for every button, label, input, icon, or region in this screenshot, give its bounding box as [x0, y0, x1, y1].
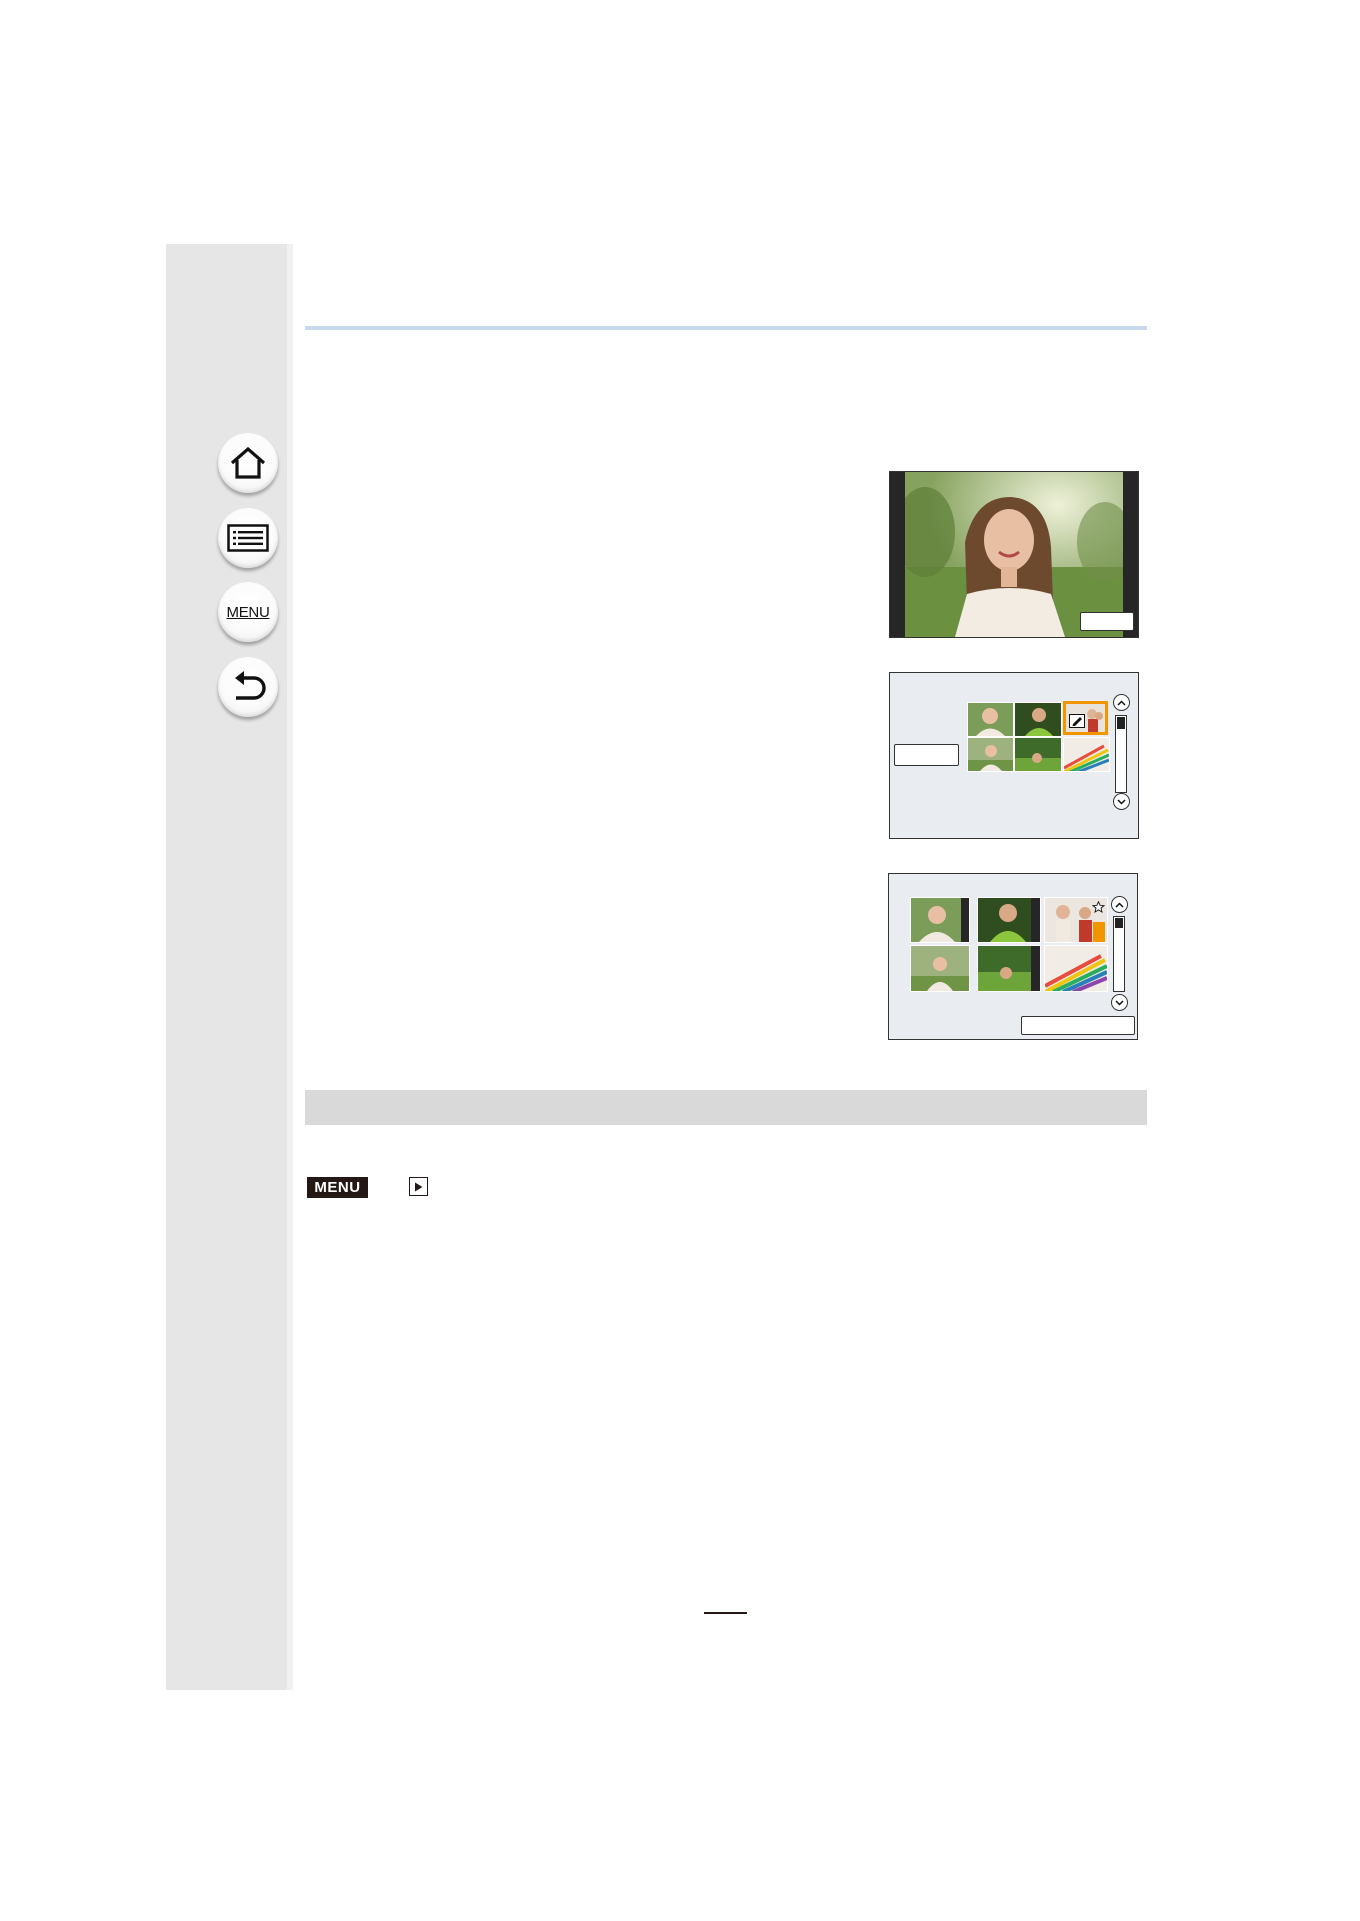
result-thumbnail-3[interactable] — [1044, 897, 1108, 943]
menu-button[interactable]: MENU — [218, 582, 278, 642]
back-button[interactable] — [218, 657, 278, 717]
chevron-down-icon — [1115, 999, 1124, 1006]
section-header-band — [305, 1090, 1147, 1125]
chevron-up-icon — [1117, 699, 1126, 706]
screen-illustration-selection — [889, 672, 1139, 839]
scroll-down-button[interactable] — [1113, 793, 1130, 810]
scrollbar-thumb[interactable] — [1117, 717, 1125, 729]
result-thumbnail-4-image — [911, 946, 969, 991]
thumbnail-1[interactable] — [967, 702, 1014, 737]
result-scrollbar[interactable] — [1113, 916, 1125, 992]
result-thumbnail-6-image — [1045, 946, 1107, 991]
sidebar-edge — [287, 244, 293, 1690]
screen-illustration-playback — [889, 471, 1139, 638]
result-thumbnail-1[interactable] — [910, 897, 970, 943]
result-thumbnail-2-image — [978, 898, 1040, 942]
scroll-up-button[interactable] — [1113, 694, 1130, 711]
thumbnail-6[interactable] — [1063, 737, 1110, 772]
result-thumbnail-4[interactable] — [910, 945, 970, 992]
result-action-button[interactable] — [1021, 1016, 1135, 1035]
play-triangle-icon — [415, 1182, 423, 1191]
thumbnail-4[interactable] — [967, 737, 1014, 772]
chevron-down-icon — [1117, 798, 1126, 805]
back-arrow-icon — [235, 671, 266, 700]
edit-icon — [1069, 714, 1085, 728]
result-thumbnail-5[interactable] — [977, 945, 1041, 992]
thumbnail-5[interactable] — [1014, 737, 1062, 772]
list-icon — [227, 524, 269, 552]
thumbnail-2[interactable] — [1014, 702, 1062, 737]
result-scroll-up-button[interactable] — [1111, 896, 1128, 913]
result-scrollbar-thumb[interactable] — [1115, 918, 1123, 928]
play-mode-button[interactable] — [1080, 612, 1134, 631]
menu-badge: MENU — [307, 1177, 368, 1198]
thumbnail-4-image — [968, 738, 1013, 771]
home-button[interactable] — [218, 433, 278, 493]
result-thumbnail-1-image — [911, 898, 969, 942]
menu-button-label: MENU — [226, 603, 270, 621]
page-number-rule — [704, 1612, 747, 1614]
chevron-up-icon — [1115, 901, 1124, 908]
set-button[interactable] — [894, 744, 959, 766]
result-thumbnail-6[interactable] — [1044, 945, 1108, 992]
home-icon — [230, 446, 266, 479]
result-thumbnail-5-image — [978, 946, 1040, 991]
thumbnail-3-selected[interactable] — [1063, 701, 1108, 735]
play-icon — [409, 1177, 428, 1196]
scrollbar[interactable] — [1115, 715, 1127, 793]
screen-illustration-result — [888, 873, 1138, 1040]
result-scroll-down-button[interactable] — [1111, 994, 1128, 1011]
result-thumbnail-2[interactable] — [977, 897, 1041, 943]
thumbnail-2-image — [1015, 703, 1061, 736]
star-icon — [1092, 901, 1105, 913]
thumbnail-6-image — [1064, 738, 1109, 771]
thumbnail-1-image — [968, 703, 1013, 736]
contents-button[interactable] — [218, 508, 278, 568]
thumbnail-5-image — [1015, 738, 1061, 771]
header-rule — [305, 326, 1147, 330]
